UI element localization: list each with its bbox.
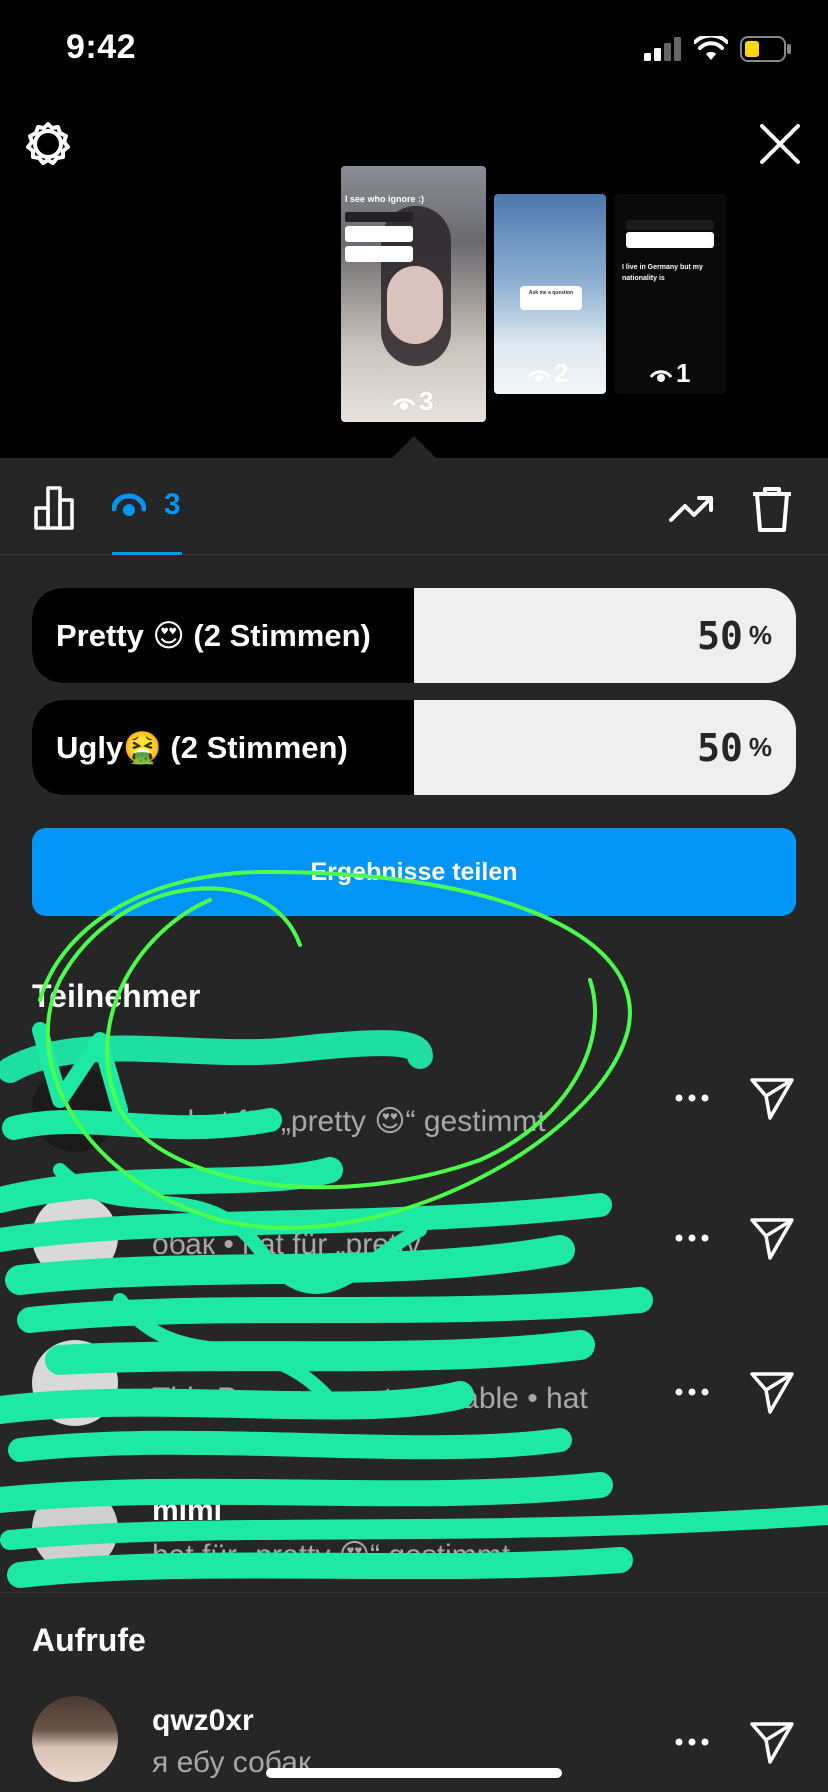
home-indicator[interactable] [266, 1768, 562, 1778]
story-thumbnail-2[interactable]: Ask me a question 2 [494, 194, 606, 394]
poll-option-label: Ugly🤮 (2 Stimmen) [56, 730, 348, 765]
thumb-poll-header [345, 212, 413, 222]
bar-chart-icon [34, 486, 74, 530]
avatar[interactable] [32, 1486, 118, 1572]
vote-info: hat für „pretty 😍“ gestimmt [152, 1539, 511, 1572]
thumb-views: 3 [393, 386, 433, 417]
delete-button[interactable] [750, 484, 794, 534]
cellular-signal-icon [644, 37, 681, 61]
thumb-views-count: 3 [419, 386, 434, 416]
promote-button[interactable] [668, 486, 716, 530]
list-item[interactable]: . • hat für „pretty 😍“ gestimmt [0, 1044, 828, 1174]
gear-icon [26, 122, 70, 165]
send-icon [750, 1218, 794, 1260]
percent-sign: % [748, 732, 772, 762]
thumb-question-header [626, 220, 714, 230]
battery-icon [740, 36, 791, 62]
thumb-caption: I see who ignore :) [345, 194, 425, 204]
tab-viewers[interactable]: 3 [112, 488, 181, 522]
username[interactable]: qwz0xr [152, 1704, 254, 1738]
avatar[interactable] [32, 1696, 118, 1782]
participants-title: Teilnehmer [32, 978, 201, 1014]
thumb-poll-option [345, 246, 413, 262]
vote-info: . • hat für „pretty 😍“ gestimmt [152, 1105, 546, 1138]
more-button[interactable] [670, 1370, 714, 1414]
username[interactable]: mimi [152, 1494, 222, 1528]
list-item[interactable]: mimi hat für „pretty 😍“ gestimmt [0, 1478, 828, 1608]
thumb-question-box [626, 232, 714, 248]
send-message-button[interactable] [748, 1074, 796, 1122]
percent-sign: % [748, 620, 772, 650]
thumb-caption: I live in Germany but my nationality is [622, 264, 703, 282]
wifi-icon [694, 36, 728, 60]
views-title: Aufrufe [32, 1622, 146, 1658]
more-button[interactable] [670, 1720, 714, 1764]
section-divider [0, 1592, 828, 1593]
tab-insights[interactable] [32, 484, 80, 532]
story-thumbnail-3[interactable]: I live in Germany but my nationality is … [614, 194, 726, 394]
more-horizontal-icon [675, 1388, 709, 1396]
trending-up-icon [669, 496, 713, 522]
avatar[interactable] [32, 1066, 118, 1152]
poll-option-bar: Ugly🤮 (2 Stimmen) 50% [32, 700, 796, 795]
settings-button[interactable] [20, 116, 76, 172]
share-results-button[interactable]: Ergebnisse teilen [32, 828, 796, 916]
eye-icon [528, 369, 550, 382]
eye-icon [650, 369, 672, 382]
story-thumbnail-1[interactable]: I see who ignore :) 3 [341, 166, 486, 422]
close-button[interactable] [752, 116, 808, 172]
send-message-button[interactable] [748, 1718, 796, 1766]
status-icons [644, 36, 792, 62]
send-icon [750, 1078, 794, 1120]
send-icon [750, 1722, 794, 1764]
thumb-views: 2 [528, 358, 568, 389]
send-message-button[interactable] [748, 1214, 796, 1262]
thumb-caption: Ask me a question [528, 290, 574, 296]
trash-icon [753, 487, 791, 532]
thumb-views: 1 [650, 358, 690, 389]
poll-option-percent: 50% [697, 588, 772, 683]
poll-option-percent: 50% [697, 700, 772, 795]
tab-underline [112, 552, 182, 555]
list-item[interactable]: This Person is not available • hat [0, 1320, 828, 1450]
status-time: 9:42 [66, 28, 137, 66]
poll-percent-value: 50 [697, 613, 743, 658]
poll-percent-value: 50 [697, 725, 743, 770]
close-icon [760, 124, 800, 164]
more-horizontal-icon [675, 1234, 709, 1242]
thumb-poll-option [345, 226, 413, 242]
thumb-views-count: 2 [554, 358, 569, 388]
thumb-photo-face [387, 266, 443, 344]
thumb-views-count: 1 [676, 358, 691, 388]
more-horizontal-icon [675, 1738, 709, 1746]
poll-option-bar: Pretty 😍 (2 Stimmen) 50% [32, 588, 796, 683]
eye-icon [393, 397, 415, 410]
list-item[interactable]: обак • hat für „pretty [0, 1172, 828, 1302]
send-message-button[interactable] [748, 1368, 796, 1416]
avatar[interactable] [32, 1194, 118, 1280]
more-button[interactable] [670, 1216, 714, 1260]
poll-option-label: Pretty 😍 (2 Stimmen) [56, 617, 371, 653]
vote-info: This Person is not available • hat [152, 1382, 588, 1415]
vote-info: обак • hat für „pretty [152, 1228, 421, 1261]
sheet-caret [392, 436, 436, 458]
more-horizontal-icon [675, 1094, 709, 1102]
avatar[interactable] [32, 1340, 118, 1426]
eye-icon [112, 493, 146, 516]
more-button[interactable] [670, 1076, 714, 1120]
send-icon [750, 1372, 794, 1414]
viewers-count: 3 [164, 488, 181, 521]
